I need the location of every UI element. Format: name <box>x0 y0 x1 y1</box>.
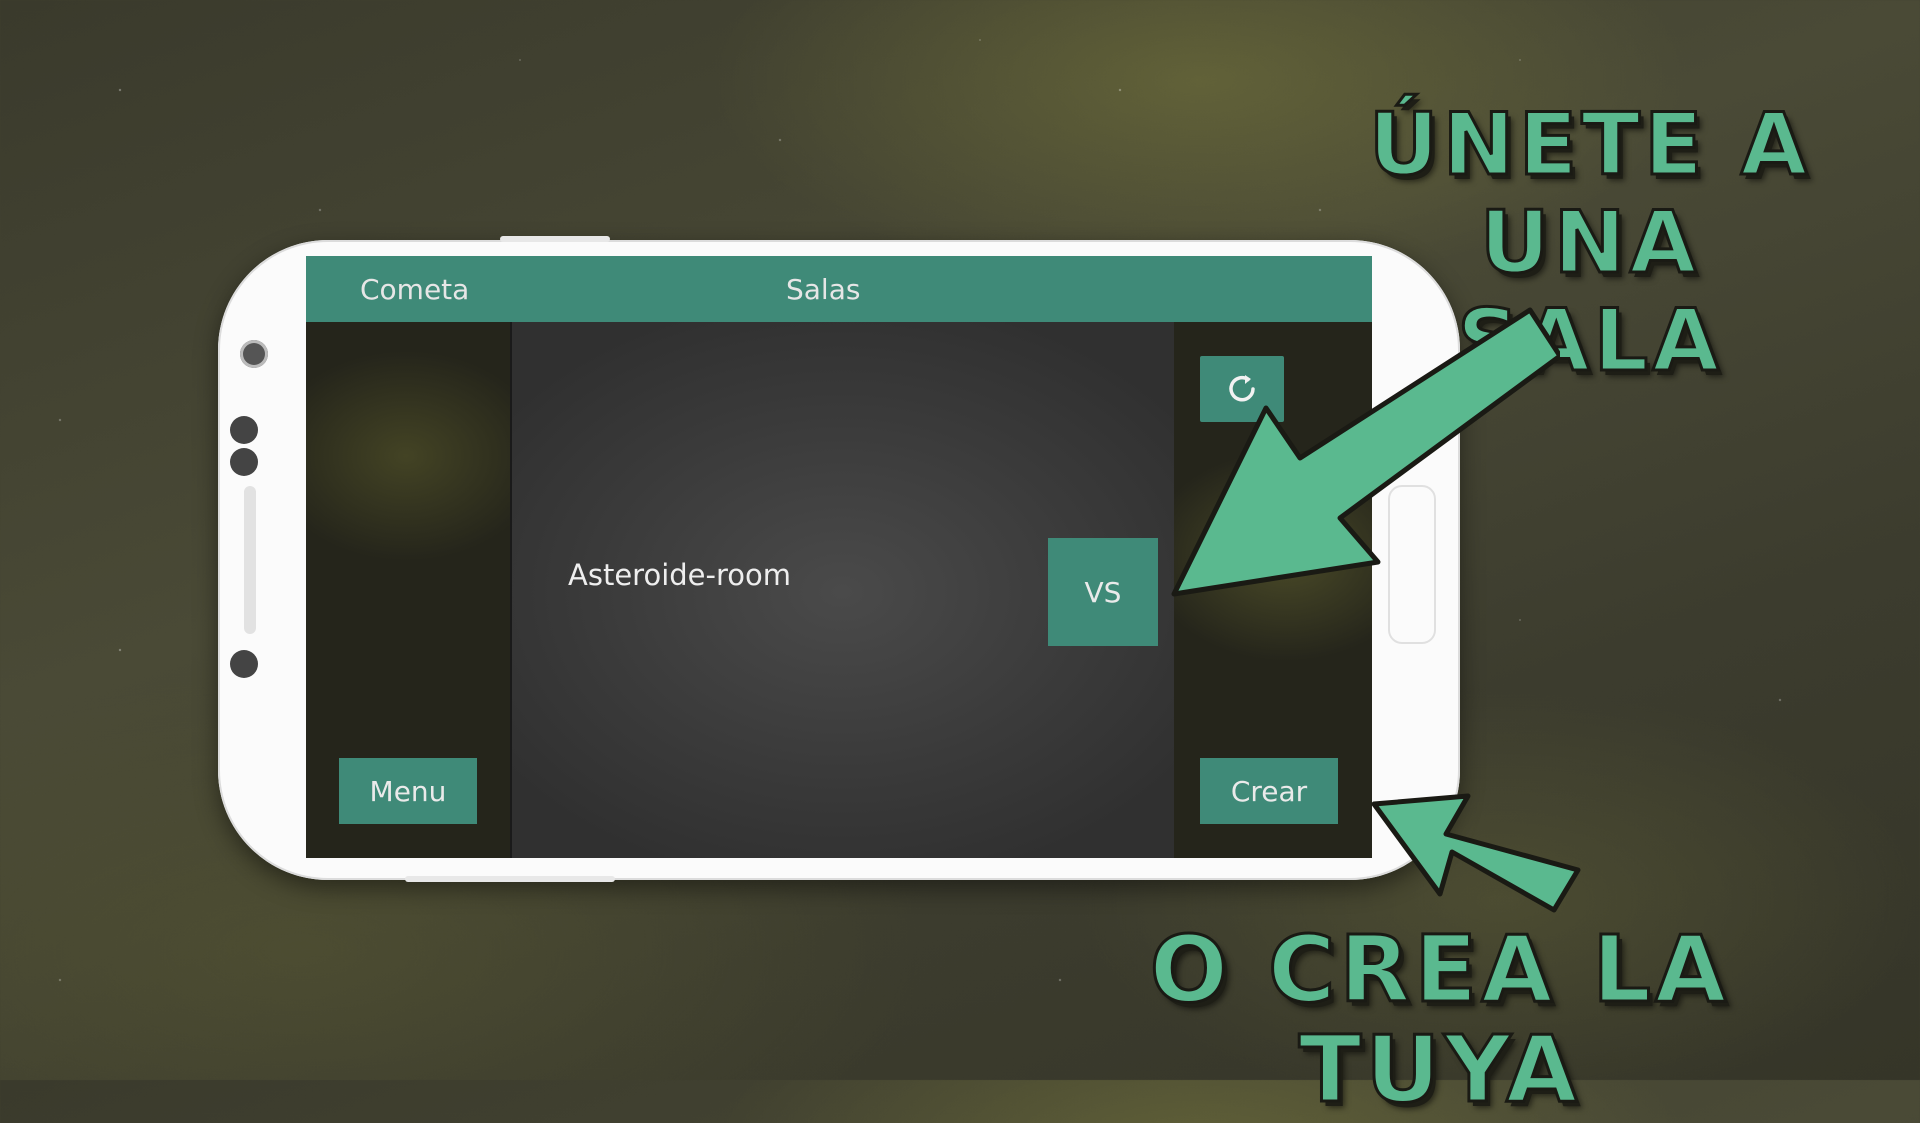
arrow-icon <box>1171 307 1560 597</box>
phone-sensor <box>230 448 258 476</box>
phone-camera <box>240 340 268 368</box>
create-room-button-label: Crear <box>1230 774 1308 808</box>
phone-side-button <box>500 236 610 242</box>
phone-sensor <box>230 416 258 444</box>
phone-sensor <box>230 650 258 678</box>
phone-speaker <box>244 486 256 634</box>
join-vs-label: VS <box>1084 575 1122 609</box>
room-name: Asteroide-room <box>568 558 791 592</box>
phone-side-button <box>405 876 615 882</box>
page-title: Salas <box>786 273 861 306</box>
app-name: Cometa <box>360 273 470 306</box>
room-list: Asteroide-room VS <box>510 322 1174 858</box>
arrow-icon <box>1371 793 1581 913</box>
join-vs-button[interactable]: VS <box>1048 538 1158 646</box>
create-room-button[interactable]: Crear <box>1200 758 1338 824</box>
promo-join-line1: ÚNETE A UNA <box>1367 95 1812 294</box>
promo-create-text: O CREA LA TUYA <box>1148 916 1731 1123</box>
menu-button-label: Menu <box>369 774 447 808</box>
menu-button[interactable]: Menu <box>339 758 477 824</box>
